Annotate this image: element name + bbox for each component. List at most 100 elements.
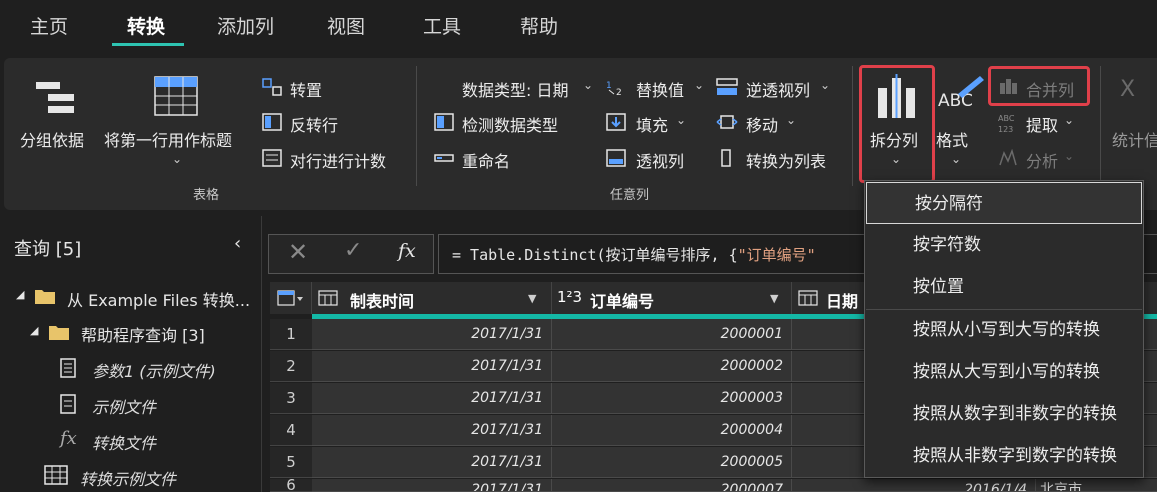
chevron-down-icon[interactable]: ⌄: [786, 113, 796, 127]
chevron-down-icon[interactable]: ⌄: [820, 78, 830, 92]
tab-help[interactable]: 帮助: [520, 12, 558, 39]
table-menu-icon[interactable]: [277, 290, 305, 306]
formula-prefix: = Table.Distinct(按订单编号排序, {: [452, 246, 738, 264]
query-transform-sample-file[interactable]: 转换示例文件: [80, 466, 176, 490]
query-group-example-files[interactable]: 从 Example Files 转换...: [67, 287, 250, 311]
chevron-down-icon[interactable]: ⌄: [1064, 113, 1074, 127]
chevron-down-icon[interactable]: ⌄: [694, 78, 704, 92]
table-cell[interactable]: 2017/1/31: [312, 415, 552, 446]
use-first-row-icon: [154, 76, 198, 116]
cancel-icon[interactable]: ✕: [288, 238, 308, 266]
table-cell[interactable]: 2000004: [552, 415, 792, 446]
replace-values-button[interactable]: 替换值: [636, 77, 684, 101]
query-parameter1[interactable]: 参数1 (示例文件): [92, 358, 216, 382]
date-type-icon[interactable]: [798, 290, 818, 306]
row-number[interactable]: 3: [270, 383, 312, 414]
formula-string: "订单编号": [737, 246, 816, 264]
table-cell[interactable]: 2017/1/31: [312, 447, 552, 478]
table-cell[interactable]: 2000002: [552, 351, 792, 382]
ribbon-tab-bar: 主页 转换 添加列 视图 工具 帮助: [0, 0, 1157, 54]
statistics-button[interactable]: 统计信: [1112, 127, 1157, 151]
menu-item-by-positions[interactable]: 按位置: [865, 266, 1143, 308]
reverse-rows-button[interactable]: 反转行: [290, 112, 338, 136]
table-cell[interactable]: 2016/1/4: [792, 479, 1036, 492]
rename-icon: [434, 154, 454, 162]
svg-text:ABC: ABC: [998, 114, 1015, 123]
chevron-down-icon[interactable]: ⌄: [172, 152, 182, 166]
unpivot-columns-button[interactable]: 逆透视列: [746, 77, 810, 101]
fx-icon[interactable]: fx: [398, 240, 416, 262]
menu-item-by-number-of-characters[interactable]: 按字符数: [865, 224, 1143, 266]
split-column-button[interactable]: 拆分列: [870, 127, 918, 151]
tab-tools[interactable]: 工具: [423, 12, 461, 39]
data-type-dropdown[interactable]: 数据类型: 日期: [462, 77, 568, 101]
convert-to-list-button[interactable]: 转换为列表: [746, 148, 826, 172]
ribbon-separator: [1100, 66, 1101, 186]
row-number[interactable]: 6: [270, 479, 312, 492]
table-cell[interactable]: 北京市: [1036, 479, 1157, 492]
extract-button[interactable]: 提取: [1026, 112, 1058, 136]
chevron-down-icon[interactable]: ⌄: [676, 113, 686, 127]
parameter-icon: [60, 358, 76, 378]
column-header-time[interactable]: [312, 282, 552, 314]
menu-item-digit-to-non-digit[interactable]: 按照从数字到非数字的转换: [865, 393, 1143, 435]
number-type-icon[interactable]: 1²3: [557, 288, 582, 306]
pivot-column-button[interactable]: 透视列: [636, 148, 684, 172]
menu-item-lower-to-upper[interactable]: 按照从小写到大写的转换: [865, 309, 1143, 351]
tab-view[interactable]: 视图: [327, 12, 365, 39]
fill-button[interactable]: 填充: [636, 112, 668, 136]
expand-triangle-icon[interactable]: ◢: [30, 324, 38, 337]
statistics-icon: X: [1120, 77, 1135, 102]
tab-home[interactable]: 主页: [30, 12, 68, 39]
table-cell[interactable]: 2000003: [552, 383, 792, 414]
row-number[interactable]: 5: [270, 447, 312, 478]
table-cell[interactable]: 2000005: [552, 447, 792, 478]
svg-text:2: 2: [616, 88, 622, 96]
collapse-pane-icon[interactable]: ‹: [234, 233, 241, 254]
menu-item-non-digit-to-digit[interactable]: 按照从非数字到数字的转换: [865, 435, 1143, 477]
tab-transform[interactable]: 转换: [127, 12, 165, 39]
query-sample-file[interactable]: 示例文件: [92, 394, 156, 418]
rename-button[interactable]: 重命名: [462, 148, 510, 172]
chevron-down-icon[interactable]: ⌄: [583, 78, 593, 92]
query-transform-file[interactable]: 转换文件: [92, 430, 156, 454]
row-number[interactable]: 2: [270, 351, 312, 382]
ribbon-separator: [852, 66, 853, 186]
parse-button[interactable]: 分析: [1026, 148, 1058, 172]
merge-columns-button[interactable]: 合并列: [1026, 77, 1074, 101]
count-rows-button[interactable]: 对行进行计数: [290, 148, 386, 172]
detect-data-type-button[interactable]: 检测数据类型: [462, 112, 558, 136]
tab-add-column[interactable]: 添加列: [217, 12, 274, 39]
expand-triangle-icon[interactable]: ◢: [16, 288, 24, 301]
table-cell[interactable]: 2017/1/31: [312, 479, 552, 492]
menu-item-by-delimiter[interactable]: 按分隔符: [866, 182, 1142, 224]
filter-dropdown-icon[interactable]: ▼: [770, 292, 778, 305]
transpose-button[interactable]: 转置: [290, 77, 322, 101]
filter-dropdown-icon[interactable]: ▼: [528, 292, 536, 305]
svg-text:X: X: [1120, 77, 1135, 102]
table-cell[interactable]: 2000001: [552, 319, 792, 350]
use-first-row-as-header-button[interactable]: 将第一行用作标题: [104, 127, 232, 151]
chevron-down-icon[interactable]: ⌄: [1064, 149, 1074, 163]
row-number[interactable]: 4: [270, 415, 312, 446]
table-cell[interactable]: 2000007: [552, 479, 792, 492]
chevron-down-icon[interactable]: ⌄: [891, 152, 901, 166]
table-cell[interactable]: 2017/1/31: [312, 319, 552, 350]
table-cell[interactable]: 2017/1/31: [312, 383, 552, 414]
group-label-table: 表格: [193, 188, 220, 203]
unpivot-columns-icon: [716, 78, 738, 95]
group-by-icon: [36, 82, 74, 113]
row-number[interactable]: 1: [270, 319, 312, 350]
folder-icon: [49, 326, 69, 340]
group-by-button[interactable]: 分组依据: [20, 127, 84, 151]
menu-item-upper-to-lower[interactable]: 按照从大写到小写的转换: [865, 351, 1143, 393]
date-type-icon[interactable]: [318, 290, 338, 306]
query-group-helper-queries[interactable]: 帮助程序查询 [3]: [81, 322, 205, 346]
group-label-any-column: 任意列: [610, 188, 650, 203]
table-cell[interactable]: 2017/1/31: [312, 351, 552, 382]
move-button[interactable]: 移动: [746, 112, 778, 136]
column-header-order-id[interactable]: [552, 282, 792, 314]
chevron-down-icon[interactable]: ⌄: [951, 152, 961, 166]
check-icon[interactable]: ✓: [344, 238, 362, 263]
format-button[interactable]: 格式: [936, 127, 968, 151]
